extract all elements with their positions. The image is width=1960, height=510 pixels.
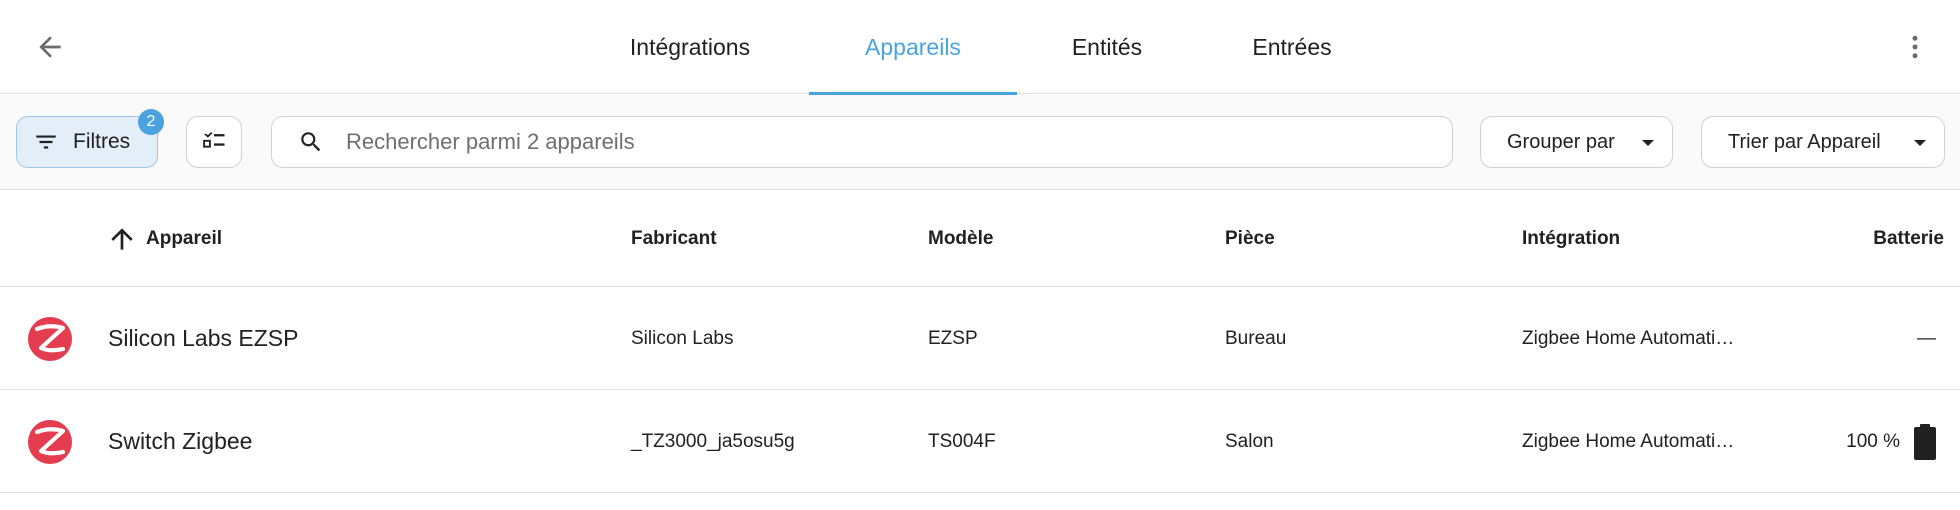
arrow-up-icon [111, 227, 133, 250]
menu-down-icon [1642, 140, 1654, 146]
column-header-manufacturer[interactable]: Fabricant [631, 190, 717, 287]
tab-entities[interactable]: Entités [1052, 0, 1162, 94]
menu-down-icon [1914, 140, 1926, 146]
checklist-icon [203, 131, 225, 148]
tab-helpers[interactable]: Entrées [1240, 0, 1344, 94]
group-by-dropdown[interactable]: Grouper par [1480, 116, 1673, 168]
device-manufacturer: Silicon Labs [631, 327, 734, 349]
top-app-bar: Intégrations Appareils Entités Entrées [0, 0, 1960, 95]
group-by-label: Grouper par [1507, 130, 1615, 153]
device-area: Bureau [1225, 327, 1287, 349]
tab-bar: Intégrations Appareils Entités Entrées [0, 0, 1960, 95]
column-header-device[interactable]: Appareil [106, 190, 222, 287]
sort-by-dropdown[interactable]: Trier par Appareil [1701, 116, 1945, 168]
device-integration: Zigbee Home Automati… [1522, 327, 1735, 349]
table-toolbar: Filtres 2 Grouper par Trier par Appareil [0, 95, 1960, 190]
filters-button[interactable]: Filtres [16, 116, 158, 168]
device-manufacturer: _TZ3000_ja5osu5g [631, 430, 795, 452]
dots-vertical-icon [1912, 35, 1918, 59]
filters-label: Filtres [73, 130, 131, 153]
device-battery: 100 % [1846, 390, 1936, 493]
filter-variant-icon [36, 135, 56, 149]
selection-mode-button[interactable] [186, 116, 242, 168]
column-header-integration[interactable]: Intégration [1522, 190, 1620, 287]
device-battery: — [1917, 287, 1936, 390]
column-header-model[interactable]: Modèle [928, 190, 993, 287]
filter-count-badge: 2 [138, 109, 164, 135]
device-model: EZSP [928, 327, 978, 349]
column-header-device-label: Appareil [146, 227, 223, 249]
overflow-menu-button[interactable] [1892, 22, 1938, 72]
zigbee-icon [28, 317, 72, 361]
sort-by-label: Trier par Appareil [1728, 130, 1881, 153]
search-field[interactable] [271, 116, 1453, 168]
tab-devices[interactable]: Appareils [809, 0, 1017, 95]
column-header-battery[interactable]: Batterie [1873, 190, 1944, 287]
column-header-area[interactable]: Pièce [1225, 190, 1275, 287]
device-name: Silicon Labs EZSP [108, 325, 299, 351]
devices-table: Appareil Fabricant Modèle Pièce Intégrat… [0, 190, 1960, 493]
zigbee-icon [28, 420, 72, 464]
device-name: Switch Zigbee [108, 428, 253, 454]
magnify-icon [301, 132, 321, 152]
table-header: Appareil Fabricant Modèle Pièce Intégrat… [0, 190, 1960, 287]
device-model: TS004F [928, 430, 996, 452]
battery-value: 100 % [1846, 430, 1900, 452]
table-row[interactable]: Silicon Labs EZSP Silicon Labs EZSP Bure… [0, 287, 1960, 390]
device-area: Salon [1225, 430, 1274, 452]
battery-icon [1914, 423, 1936, 460]
battery-value: — [1917, 327, 1936, 349]
tab-integrations[interactable]: Intégrations [612, 0, 768, 94]
table-row[interactable]: Switch Zigbee _TZ3000_ja5osu5g TS004F Sa… [0, 390, 1960, 493]
search-input[interactable] [346, 129, 1426, 155]
device-integration: Zigbee Home Automati… [1522, 430, 1735, 452]
